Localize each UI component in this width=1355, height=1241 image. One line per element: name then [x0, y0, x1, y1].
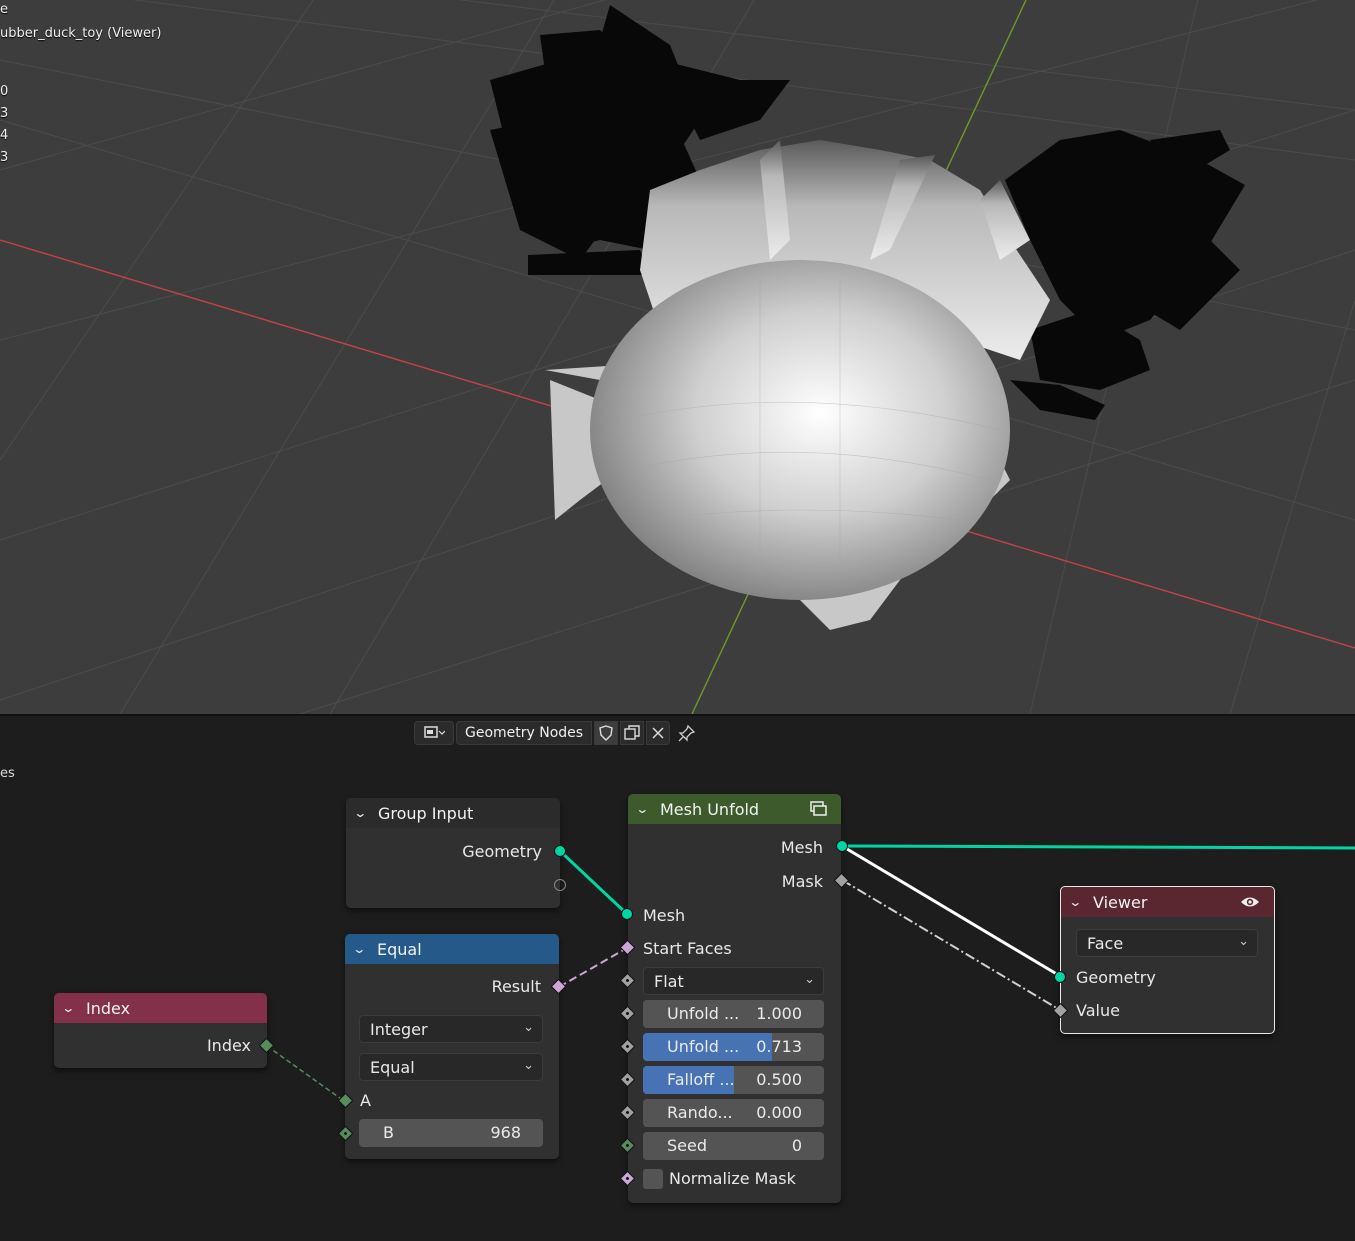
- falloff-value: 0.500: [756, 1070, 802, 1089]
- seed-field[interactable]: Seed 0: [643, 1132, 824, 1160]
- mesh-unfold-in-mesh-socket[interactable]: [621, 908, 633, 920]
- group-input-node[interactable]: ⌄ Group Input Geometry: [346, 798, 566, 908]
- equal-operation-value: Equal: [370, 1057, 415, 1077]
- index-title: Index: [86, 998, 131, 1018]
- unfold-amount-field[interactable]: Unfold ... 1.000: [643, 1000, 824, 1028]
- group-input-geometry-label: Geometry: [462, 842, 542, 861]
- mesh-unfold-out-mask-label: Mask: [781, 872, 823, 891]
- randomness-label: Rando...: [667, 1103, 733, 1122]
- equal-b-field[interactable]: B 968: [359, 1119, 543, 1147]
- viewer-header[interactable]: ⌄ Viewer: [1061, 887, 1274, 917]
- group-input-empty-socket[interactable]: [554, 879, 566, 891]
- 3d-viewport[interactable]: e ubber_duck_toy (Viewer) 0 3 4 3: [0, 0, 1355, 714]
- mesh-unfold-title: Mesh Unfold: [660, 799, 760, 819]
- collapse-chevron-icon[interactable]: ⌄: [61, 1001, 81, 1015]
- chevron-down-icon: ⌄: [523, 1020, 534, 1035]
- chevron-down-icon: ⌄: [523, 1058, 534, 1073]
- equal-a-label: A: [360, 1091, 371, 1110]
- overlay-stat-4: 3: [0, 150, 9, 165]
- chevron-down-icon: ⌄: [1238, 934, 1249, 949]
- falloff-field[interactable]: Falloff ... 0.500: [643, 1066, 824, 1094]
- group-input-header[interactable]: ⌄ Group Input: [346, 798, 560, 828]
- overlay-stat-3: 4: [0, 128, 9, 143]
- collapse-chevron-icon[interactable]: ⌄: [1068, 895, 1088, 909]
- index-node[interactable]: ⌄ Index Index: [54, 993, 275, 1068]
- overlay-object-name: ubber_duck_toy (Viewer): [0, 26, 162, 41]
- unfold-factor-value: 0.713: [756, 1037, 802, 1056]
- normalize-mask-checkbox[interactable]: [643, 1169, 663, 1189]
- viewer-node[interactable]: ⌄ Viewer Face ⌄ Geometry Value: [1052, 886, 1275, 1034]
- index-header[interactable]: ⌄ Index: [54, 993, 267, 1023]
- sphere-surface: [590, 260, 1010, 600]
- overlay-stat-2: 3: [0, 106, 9, 121]
- viewer-geometry-label: Geometry: [1076, 968, 1156, 987]
- link-mesh-out-right: [841, 844, 1355, 850]
- viewport-canvas: [0, 0, 1355, 714]
- node-editor[interactable]: es Geometry Nodes ⌄ Group Input Geometry…: [0, 714, 1355, 1241]
- group-input-geometry-socket[interactable]: [554, 845, 566, 857]
- unfold-factor-field[interactable]: Unfold ... 0.713: [643, 1033, 824, 1061]
- unfold-factor-label: Unfold ...: [667, 1037, 740, 1056]
- viewer-domain-value: Face: [1087, 933, 1124, 953]
- unfold-amount-label: Unfold ...: [667, 1004, 740, 1023]
- link-result-to-start-faces: [558, 947, 628, 988]
- equal-operation-dropdown[interactable]: Equal ⌄: [359, 1053, 543, 1081]
- overlay-mode-text: e: [0, 2, 8, 17]
- randomness-value: 0.000: [756, 1103, 802, 1122]
- collapse-chevron-icon[interactable]: ⌄: [352, 942, 372, 956]
- mesh-unfold-mode-dropdown[interactable]: Flat ⌄: [643, 967, 824, 995]
- viewer-title: Viewer: [1093, 892, 1148, 912]
- mesh-unfold-out-mesh-label: Mesh: [780, 838, 823, 857]
- collapse-chevron-icon[interactable]: ⌄: [635, 802, 655, 816]
- equal-b-value: 968: [490, 1123, 521, 1142]
- equal-result-label: Result: [491, 977, 541, 996]
- equal-title: Equal: [377, 939, 422, 959]
- equal-data-type-value: Integer: [370, 1019, 428, 1039]
- randomness-field[interactable]: Rando... 0.000: [643, 1099, 824, 1127]
- link-mask-to-value: [841, 879, 1061, 1011]
- mesh-unfold-mode-value: Flat: [654, 971, 684, 991]
- seed-label: Seed: [667, 1136, 707, 1155]
- equal-node[interactable]: ⌄ Equal Result Integer ⌄ Equal ⌄ A B 968: [337, 934, 567, 1159]
- viewer-geometry-socket[interactable]: [1054, 971, 1066, 983]
- collapse-chevron-icon[interactable]: ⌄: [353, 806, 373, 820]
- link-index-to-a: [266, 1045, 345, 1102]
- mesh-unfold-in-mesh-label: Mesh: [643, 906, 686, 925]
- link-mesh-to-viewer: [841, 844, 1061, 978]
- equal-data-type-dropdown[interactable]: Integer ⌄: [359, 1015, 543, 1043]
- normalize-mask-label: Normalize Mask: [669, 1169, 796, 1188]
- link-group-to-mesh: [558, 849, 629, 916]
- node-group-icon[interactable]: [809, 799, 829, 823]
- mesh-unfold-start-faces-label: Start Faces: [643, 939, 732, 958]
- mesh-unfold-header[interactable]: ⌄ Mesh Unfold: [628, 794, 841, 824]
- falloff-label: Falloff ...: [667, 1070, 735, 1089]
- viewer-value-label: Value: [1076, 1001, 1120, 1020]
- seed-value: 0: [791, 1136, 802, 1155]
- chevron-down-icon: ⌄: [804, 972, 815, 987]
- equal-b-label: B: [383, 1123, 394, 1142]
- group-input-title: Group Input: [378, 803, 474, 823]
- eye-icon[interactable]: [1240, 894, 1260, 913]
- equal-header[interactable]: ⌄ Equal: [345, 934, 559, 964]
- viewer-domain-dropdown[interactable]: Face ⌄: [1076, 929, 1258, 957]
- mesh-unfold-node[interactable]: ⌄ Mesh Unfold Mesh Mask Mesh Start Faces…: [619, 794, 850, 1203]
- unfold-amount-value: 1.000: [756, 1004, 802, 1023]
- overlay-stat-1: 0: [0, 84, 9, 99]
- mesh-unfold-out-mesh-socket[interactable]: [836, 840, 848, 852]
- index-output-label: Index: [206, 1036, 251, 1055]
